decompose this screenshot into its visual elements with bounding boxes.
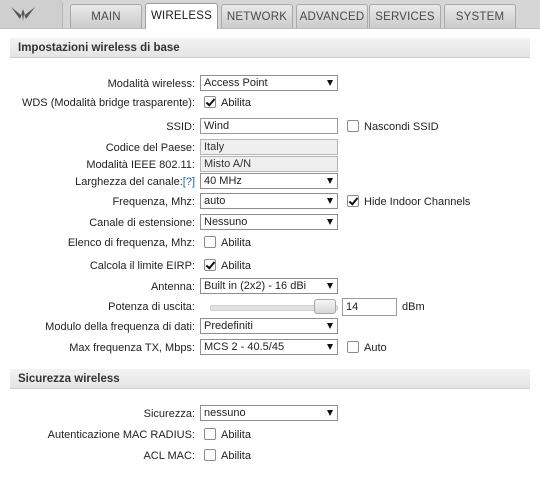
row-antenna: Antenna: Built in (2x2) - 16 dBi	[0, 278, 540, 296]
auto-rate-label: Auto	[364, 342, 387, 354]
antenna-select[interactable]: Built in (2x2) - 16 dBi	[200, 278, 338, 294]
chevron-down-icon	[327, 178, 333, 184]
eirp-limit-label: Calcola il limite EIRP:	[89, 260, 195, 272]
data-rate-module-select[interactable]: Predefiniti	[200, 318, 338, 334]
ubiquiti-logo	[0, 0, 63, 28]
ubiquiti-logo-icon	[11, 7, 35, 21]
chevron-down-icon	[327, 344, 333, 350]
channel-width-value: 40 MHz	[204, 175, 242, 187]
ssid-label: SSID:	[166, 121, 195, 133]
channel-width-select[interactable]: 40 MHz	[200, 173, 338, 189]
row-frequency-list: Elenco di frequenza, Mhz: Abilita	[0, 234, 540, 252]
tab-system[interactable]: SYSTEM	[444, 4, 516, 28]
frequency-list-label: Elenco di frequenza, Mhz:	[67, 237, 195, 249]
row-ssid: SSID: Wind Nascondi SSID	[0, 118, 540, 136]
wireless-mode-value: Access Point	[204, 77, 268, 89]
tab-advanced[interactable]: ADVANCED	[296, 4, 368, 28]
ieee-mode-field: Misto A/N	[200, 156, 338, 172]
antenna-value: Built in (2x2) - 16 dBi	[204, 280, 307, 292]
section-basic-wireless: Impostazioni wireless di base	[10, 38, 530, 58]
row-ieee-mode: Modalità IEEE 802.11: Misto A/N	[0, 156, 540, 174]
chevron-down-icon	[327, 198, 333, 204]
wireless-mode-label: Modalità wireless:	[107, 78, 195, 90]
ieee-mode-label: Modalità IEEE 802.11:	[86, 159, 195, 171]
security-value: nessuno	[204, 407, 246, 419]
security-select[interactable]: nessuno	[200, 405, 338, 421]
tab-wireless[interactable]: WIRELESS	[145, 3, 218, 29]
wds-label: WDS (Modalità bridge trasparente):	[21, 97, 195, 109]
hide-indoor-channels-label: Hide Indoor Channels	[364, 196, 471, 208]
country-code-label: Codice del Paese:	[105, 142, 195, 154]
row-max-tx-rate: Max frequenza TX, Mbps: MCS 2 - 40.5/45 …	[0, 339, 540, 357]
hide-ssid-label: Nascondi SSID	[364, 121, 439, 133]
frequency-select[interactable]: auto	[200, 193, 338, 209]
eirp-limit-checkbox[interactable]	[204, 259, 216, 271]
output-power-unit: dBm	[402, 301, 425, 313]
row-wireless-mode: Modalità wireless: Access Point	[0, 75, 540, 93]
row-data-rate-module: Modulo della frequenza di dati: Predefin…	[0, 318, 540, 336]
chevron-down-icon	[327, 283, 333, 289]
output-power-input[interactable]: 14	[342, 298, 397, 316]
country-code-field: Italy	[200, 139, 338, 155]
data-rate-module-value: Predefiniti	[204, 320, 253, 332]
section-wireless-security: Sicurezza wireless	[10, 369, 530, 389]
channel-width-help-link[interactable]: [?]	[183, 176, 195, 188]
mac-acl-label: ACL MAC:	[143, 450, 195, 462]
row-frequency: Frequenza, Mhz: auto Hide Indoor Channel…	[0, 193, 540, 211]
wds-checkbox[interactable]	[204, 96, 216, 108]
chevron-down-icon	[327, 410, 333, 416]
mac-acl-option-label: Abilita	[221, 450, 251, 462]
mac-radius-checkbox[interactable]	[204, 428, 216, 440]
output-power-slider-handle[interactable]	[314, 299, 336, 314]
channel-width-label: Larghezza del canale:[?]	[75, 173, 195, 191]
eirp-limit-option-label: Abilita	[221, 260, 251, 272]
tab-main[interactable]: MAIN	[70, 4, 142, 28]
auto-rate-checkbox[interactable]	[347, 341, 359, 353]
mac-radius-option-label: Abilita	[221, 429, 251, 441]
max-tx-rate-select[interactable]: MCS 2 - 40.5/45	[200, 339, 338, 355]
chevron-down-icon	[327, 80, 333, 86]
top-nav-bar: MAIN WIRELESS NETWORK ADVANCED SERVICES …	[0, 0, 540, 29]
row-channel-width: Larghezza del canale:[?] 40 MHz	[0, 173, 540, 191]
max-tx-rate-value: MCS 2 - 40.5/45	[204, 341, 285, 353]
row-security: Sicurezza: nessuno	[0, 405, 540, 423]
extension-channel-value: Nessuno	[204, 216, 248, 228]
data-rate-module-label: Modulo della frequenza di dati:	[45, 321, 195, 333]
frequency-list-checkbox[interactable]	[204, 236, 216, 248]
wds-option-label: Abilita	[221, 97, 251, 109]
frequency-label: Frequenza, Mhz:	[112, 196, 195, 208]
chevron-down-icon	[327, 219, 333, 225]
tab-services[interactable]: SERVICES	[369, 4, 441, 28]
frequency-value: auto	[204, 195, 226, 207]
row-output-power: Potenza di uscita: 14 dBm	[0, 298, 540, 316]
security-label: Sicurezza:	[143, 408, 195, 420]
hide-ssid-checkbox[interactable]	[347, 120, 359, 132]
mac-radius-label: Autenticazione MAC RADIUS:	[47, 429, 195, 441]
channel-width-label-text: Larghezza del canale:	[75, 176, 183, 188]
row-mac-radius: Autenticazione MAC RADIUS: Abilita	[0, 426, 540, 444]
tab-network[interactable]: NETWORK	[221, 4, 293, 28]
extension-channel-select[interactable]: Nessuno	[200, 214, 338, 230]
row-extension-channel: Canale di estensione: Nessuno	[0, 214, 540, 232]
wireless-mode-select[interactable]: Access Point	[200, 75, 338, 91]
frequency-list-option-label: Abilita	[221, 237, 251, 249]
output-power-label: Potenza di uscita:	[108, 301, 195, 313]
chevron-down-icon	[327, 323, 333, 329]
mac-acl-checkbox[interactable]	[204, 449, 216, 461]
extension-channel-label: Canale di estensione:	[89, 217, 195, 229]
row-country-code: Codice del Paese: Italy	[0, 139, 540, 157]
row-wds: WDS (Modalità bridge trasparente): Abili…	[0, 94, 540, 112]
row-eirp-limit: Calcola il limite EIRP: Abilita	[0, 257, 540, 275]
antenna-label: Antenna:	[150, 281, 195, 293]
max-tx-rate-label: Max frequenza TX, Mbps:	[69, 342, 195, 354]
hide-indoor-channels-checkbox[interactable]	[347, 195, 359, 207]
ssid-input[interactable]: Wind	[200, 118, 338, 134]
row-mac-acl: ACL MAC: Abilita	[0, 447, 540, 465]
